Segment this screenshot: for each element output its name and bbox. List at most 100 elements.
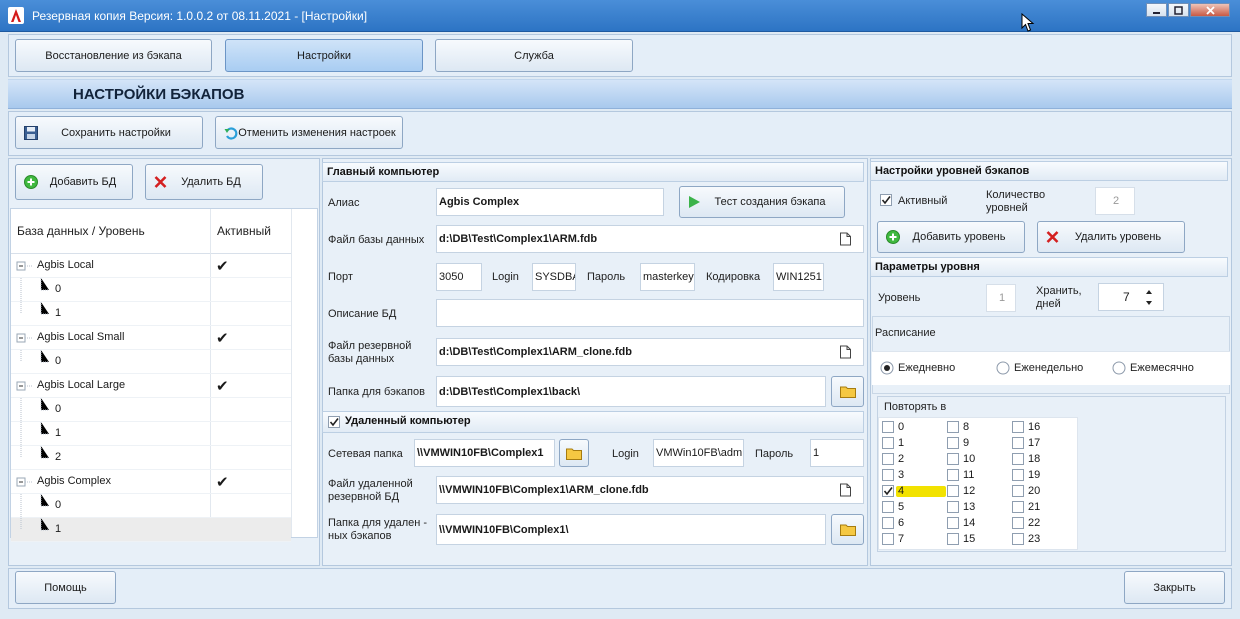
tree-level-label: 0	[55, 499, 62, 511]
tree-level-row[interactable]: 1	[11, 518, 291, 542]
remote-login-input[interactable]: VMWin10FB\adm	[653, 439, 744, 467]
backup-file-input[interactable]: d:\DB\Test\Complex1\ARM_clone.fdb	[436, 338, 864, 366]
hour-label: 14	[963, 517, 976, 529]
hour-checkbox[interactable]	[882, 517, 894, 529]
add-db-button[interactable]: Добавить БД	[15, 164, 133, 200]
alias-input[interactable]: Agbis Complex	[436, 188, 664, 216]
network-folder-input[interactable]: \\VMWIN10FB\Complex1	[414, 439, 555, 467]
login-input[interactable]: SYSDBA	[532, 263, 576, 291]
tree-level-row[interactable]: 0	[11, 350, 291, 374]
dbfile-input[interactable]: d:\DB\Test\Complex1\ARM.fdb	[436, 225, 864, 253]
hour-label: 16	[1028, 421, 1041, 433]
tab-service[interactable]: Служба	[435, 39, 633, 72]
tree-db-row[interactable]: Agbis Local Small ✔	[11, 326, 291, 350]
tree-connector-icon	[20, 398, 49, 422]
hour-checkbox[interactable]	[947, 453, 959, 465]
test-backup-button[interactable]: Тест создания бэкапа	[679, 186, 845, 218]
remote-enabled-checkbox[interactable]	[328, 416, 340, 428]
level-active-checkbox[interactable]	[880, 194, 892, 206]
hour-checkbox[interactable]	[1012, 517, 1024, 529]
tree-db-row[interactable]: Agbis Local ✔	[11, 254, 291, 278]
hour-checkbox[interactable]	[1012, 437, 1024, 449]
backup-file-label-2: базы данных	[328, 353, 395, 365]
tree-db-row[interactable]: Agbis Complex ✔	[11, 470, 291, 494]
stepper-down-icon[interactable]	[1145, 299, 1153, 308]
tree-level-row[interactable]: 0	[11, 278, 291, 302]
tree-level-row[interactable]: 1	[11, 422, 291, 446]
hour-checkbox[interactable]	[1012, 421, 1024, 433]
hour-checkbox[interactable]	[882, 485, 894, 497]
hour-checkbox[interactable]	[947, 485, 959, 497]
hour-checkbox[interactable]	[947, 533, 959, 545]
section-header: НАСТРОЙКИ БЭКАПОВ	[8, 79, 1232, 109]
hour-checkbox[interactable]	[882, 421, 894, 433]
browse-remote-folder-button[interactable]	[831, 514, 864, 545]
col-active-header: Активный	[217, 224, 271, 238]
tree-level-row[interactable]: 2	[11, 446, 291, 470]
tree-connector-icon	[20, 278, 49, 302]
maximize-button[interactable]	[1168, 3, 1189, 17]
hour-checkbox[interactable]	[1012, 469, 1024, 481]
tree-level-row[interactable]: 1	[11, 302, 291, 326]
tree-db-row[interactable]: Agbis Local Large ✔	[11, 374, 291, 398]
keep-days-stepper[interactable]: 7	[1098, 283, 1164, 311]
add-level-button[interactable]: Добавить уровень	[877, 221, 1025, 253]
hour-checkbox[interactable]	[947, 421, 959, 433]
hour-checkbox[interactable]	[1012, 485, 1024, 497]
file-icon[interactable]	[840, 232, 851, 246]
hour-checkbox[interactable]	[882, 469, 894, 481]
hour-checkbox[interactable]	[882, 453, 894, 465]
hour-checkbox[interactable]	[882, 501, 894, 513]
tab-restore[interactable]: Восстановление из бэкапа	[15, 39, 212, 72]
help-button[interactable]: Помощь	[15, 571, 116, 604]
file-icon[interactable]	[840, 345, 851, 359]
close-window-button[interactable]	[1190, 3, 1230, 17]
delete-x-icon	[154, 176, 167, 188]
remote-file-input[interactable]: \\VMWIN10FB\Complex1\ARM_clone.fdb	[436, 476, 864, 504]
radio-monthly[interactable]	[1112, 361, 1126, 375]
level-value: 1	[986, 284, 1016, 312]
minimize-button[interactable]	[1146, 3, 1167, 17]
delete-level-button[interactable]: Удалить уровень	[1037, 221, 1185, 253]
hour-checkbox[interactable]	[1012, 453, 1024, 465]
hour-checkbox[interactable]	[1012, 501, 1024, 513]
remote-folder-input[interactable]: \\VMWIN10FB\Complex1\	[436, 514, 826, 545]
hour-checkbox[interactable]	[947, 517, 959, 529]
tab-settings[interactable]: Настройки	[225, 39, 423, 72]
description-input[interactable]	[436, 299, 864, 327]
file-icon[interactable]	[840, 483, 851, 497]
close-button[interactable]: Закрыть	[1124, 571, 1225, 604]
window-title: Резервная копия Версия: 1.0.0.2 от 08.11…	[32, 9, 368, 23]
minimize-icon	[1153, 11, 1160, 14]
radio-weekly[interactable]	[996, 361, 1010, 375]
browse-backup-folder-button[interactable]	[831, 376, 864, 407]
port-input[interactable]: 3050	[436, 263, 482, 291]
delete-db-button[interactable]: Удалить БД	[145, 164, 263, 200]
hour-checkbox[interactable]	[947, 469, 959, 481]
radio-daily[interactable]	[880, 361, 894, 375]
remote-computer-title: Удаленный компьютер	[345, 415, 471, 427]
hour-checkbox[interactable]	[882, 437, 894, 449]
hour-checkbox[interactable]	[947, 501, 959, 513]
backup-file-value: d:\DB\Test\Complex1\ARM_clone.fdb	[439, 346, 632, 358]
password-input[interactable]: masterkey	[640, 263, 695, 291]
undo-icon	[224, 126, 238, 140]
tree-db-label: Agbis Local Small	[37, 331, 125, 343]
tree-level-row[interactable]: 0	[11, 398, 291, 422]
backup-folder-input[interactable]: d:\DB\Test\Complex1\back\	[436, 376, 826, 407]
browse-network-folder-button[interactable]	[559, 439, 589, 467]
hour-label: 21	[1028, 501, 1041, 513]
hour-label: 18	[1028, 453, 1041, 465]
hour-checkbox[interactable]	[882, 533, 894, 545]
encoding-input[interactable]: WIN1251	[773, 263, 824, 291]
add-circle-icon	[24, 175, 38, 189]
checkmark-icon	[881, 196, 891, 205]
cancel-changes-button[interactable]: Отменить изменения настроек	[215, 116, 403, 149]
stepper-up-icon[interactable]	[1145, 287, 1153, 296]
hour-label: 22	[1028, 517, 1041, 529]
hour-checkbox[interactable]	[1012, 533, 1024, 545]
save-settings-button[interactable]: Сохранить настройки	[15, 116, 203, 149]
tree-level-row[interactable]: 0	[11, 494, 291, 518]
remote-password-input[interactable]: 1	[810, 439, 864, 467]
hour-checkbox[interactable]	[947, 437, 959, 449]
